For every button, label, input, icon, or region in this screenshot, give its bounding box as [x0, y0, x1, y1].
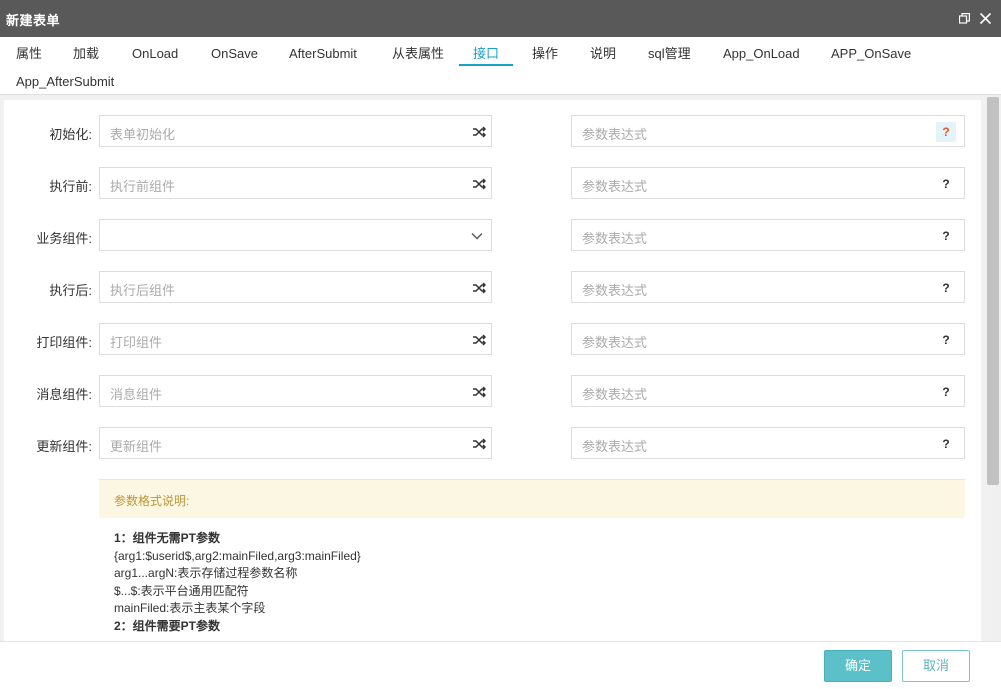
note-line: $...$:表示平台通用匹配符 — [114, 583, 249, 598]
note-line: {arg1:$userid$,arg2:mainFiled,arg3:mainF… — [114, 548, 361, 563]
shuffle-icon[interactable] — [472, 125, 486, 139]
cancel-button[interactable]: 取消 — [902, 650, 970, 682]
tab-sql-management[interactable]: sql管理 — [648, 44, 691, 66]
print-component-label: 打印组件: — [36, 335, 92, 350]
after-exec-component-field[interactable]: 执行后组件 — [99, 271, 492, 303]
note-heading: 2：组件需要PT参数 — [114, 618, 221, 633]
shuffle-icon[interactable] — [472, 437, 486, 451]
note-line: mainFiled:表示主表某个字段 — [114, 601, 266, 615]
tab-aftersubmit[interactable]: AfterSubmit — [289, 44, 357, 66]
confirm-button[interactable]: 确定 — [824, 650, 892, 682]
business-component-select[interactable] — [99, 219, 492, 251]
scrollbar-thumb[interactable] — [987, 97, 999, 485]
init-param-field[interactable]: 参数表达式 ? — [571, 115, 965, 147]
update-component-label: 更新组件: — [36, 439, 92, 454]
tab-properties[interactable]: 属性 — [16, 44, 42, 66]
message-component-label: 消息组件: — [36, 387, 92, 402]
help-icon[interactable]: ? — [936, 174, 956, 194]
help-icon[interactable]: ? — [936, 382, 956, 402]
close-icon[interactable] — [979, 12, 992, 25]
business-param-field[interactable]: 参数表达式 ? — [571, 219, 965, 251]
after-exec-param-field[interactable]: 参数表达式 ? — [571, 271, 965, 303]
print-component-field[interactable]: 打印组件 — [99, 323, 492, 355]
before-exec-label: 执行前: — [49, 179, 92, 194]
tab-interface[interactable]: 接口 — [459, 44, 513, 66]
init-component-field[interactable]: 表单初始化 — [99, 115, 492, 147]
tab-bar: 属性 加载 OnLoad OnSave AfterSubmit 从表属性 接口 … — [0, 37, 1001, 95]
help-icon[interactable]: ? — [936, 330, 956, 350]
message-component-field[interactable]: 消息组件 — [99, 375, 492, 407]
restore-icon[interactable] — [959, 13, 970, 24]
tab-onload[interactable]: OnLoad — [132, 44, 178, 66]
note-heading: 1：组件无需PT参数 — [114, 531, 221, 545]
shuffle-icon[interactable] — [472, 281, 486, 295]
before-exec-param-field[interactable]: 参数表达式 ? — [571, 167, 965, 199]
param-format-tip: 参数格式说明: — [99, 479, 965, 518]
shuffle-icon[interactable] — [472, 177, 486, 191]
param-format-notes: 1：组件无需PT参数 {arg1:$userid$,arg2:mainFiled… — [114, 530, 964, 635]
tab-subtable-properties[interactable]: 从表属性 — [392, 44, 444, 66]
print-param-field[interactable]: 参数表达式 ? — [571, 323, 965, 355]
tab-load[interactable]: 加载 — [73, 44, 99, 66]
tab-operations[interactable]: 操作 — [532, 44, 558, 66]
chevron-down-icon[interactable] — [470, 229, 484, 243]
tab-app-onsave[interactable]: APP_OnSave — [831, 44, 911, 66]
after-exec-label: 执行后: — [49, 283, 92, 298]
dialog-titlebar: 新建表单 — [0, 0, 1001, 37]
shuffle-icon[interactable] — [472, 333, 486, 347]
help-icon[interactable]: ? — [936, 434, 956, 454]
before-exec-component-field[interactable]: 执行前组件 — [99, 167, 492, 199]
dialog-footer: 确定 取消 — [0, 641, 1001, 689]
init-label: 初始化: — [49, 127, 92, 142]
help-icon[interactable]: ? — [936, 278, 956, 298]
business-component-label: 业务组件: — [36, 231, 92, 246]
dialog-title: 新建表单 — [6, 13, 61, 28]
message-param-field[interactable]: 参数表达式 ? — [571, 375, 965, 407]
tab-description[interactable]: 说明 — [590, 44, 616, 66]
help-icon[interactable]: ? — [936, 226, 956, 246]
note-line: arg1...argN:表示存储过程参数名称 — [114, 566, 298, 580]
interface-form: 初始化: 表单初始化 参数表达式 ? 执行前: 执行前组件 参数表达式 ? 业务… — [4, 100, 981, 641]
update-component-field[interactable]: 更新组件 — [99, 427, 492, 459]
tab-onsave[interactable]: OnSave — [211, 44, 258, 66]
update-param-field[interactable]: 参数表达式 ? — [571, 427, 965, 459]
tab-app-onload[interactable]: App_OnLoad — [723, 44, 800, 66]
tab-app-aftersubmit[interactable]: App_AfterSubmit — [16, 72, 114, 94]
tip-title: 参数格式说明: — [114, 494, 190, 508]
help-icon[interactable]: ? — [936, 122, 956, 142]
shuffle-icon[interactable] — [472, 385, 486, 399]
